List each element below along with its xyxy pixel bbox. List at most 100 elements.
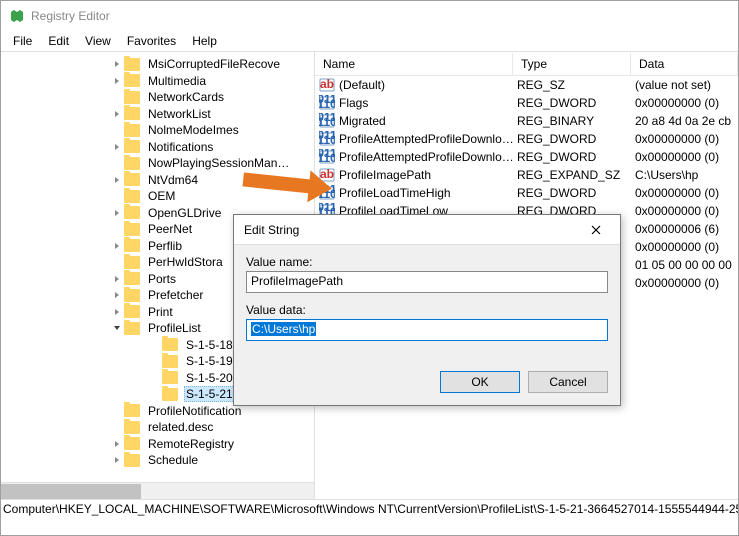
expand-icon[interactable] [111,174,123,186]
expand-icon[interactable] [111,108,123,120]
expand-icon[interactable] [111,141,123,153]
value-type: REG_DWORD [517,96,635,110]
tree-label: NetworkList [146,107,213,121]
close-button[interactable] [576,216,616,244]
titlebar: Registry Editor [1,1,738,31]
list-row[interactable]: 011110ProfileLoadTimeHighREG_DWORD0x0000… [315,184,738,202]
window-title: Registry Editor [31,9,110,23]
binary-value-icon: 011110 [319,131,335,147]
tree-hscrollbar[interactable] [1,482,314,499]
list-row[interactable]: 011110 ProfileAttemptedProfileDownloa...R… [315,130,738,148]
tree-label: OpenGLDrive [146,206,223,220]
folder-icon [124,289,140,302]
svg-text:110: 110 [319,97,335,111]
ok-button[interactable]: OK [440,371,520,393]
value-data: 01 05 00 00 00 00 [635,258,738,272]
expand-icon[interactable] [111,438,123,450]
value-name: ProfileAttemptedProfileDownloa... [339,132,517,146]
tree-item[interactable]: Notifications [1,139,314,156]
folder-icon [162,355,178,368]
app-icon [9,8,25,24]
tree-item[interactable]: NolmeModeImes [1,122,314,139]
value-data-text: C:\Users\hp [251,322,316,336]
list-row[interactable]: abProfileImagePathREG_EXPAND_SZC:\Users\… [315,166,738,184]
tree-item[interactable]: related.desc [1,419,314,436]
expand-icon[interactable] [111,273,123,285]
tree-item[interactable]: NowPlayingSessionMan… [1,155,314,172]
value-data-input[interactable]: C:\Users\hp [246,319,608,341]
value-data: 0x00000000 (0) [635,240,738,254]
no-expander [111,223,123,235]
folder-icon [124,421,140,434]
svg-text:ab: ab [320,77,334,91]
list-header[interactable]: Name Type Data [315,52,738,76]
expand-icon[interactable] [111,240,123,252]
value-data: 0x00000000 (0) [635,276,738,290]
value-data: 20 a8 4d 0a 2e cb [635,114,738,128]
col-header-type[interactable]: Type [513,53,631,75]
folder-icon [124,223,140,236]
expand-icon[interactable] [111,454,123,466]
value-data: 0x00000006 (6) [635,222,738,236]
list-row[interactable]: 011110ProfileAttemptedProfileDownloa...R… [315,148,738,166]
folder-icon [124,58,140,71]
value-name-text: ProfileImagePath [251,274,343,288]
tree-label: NolmeModeImes [146,123,241,137]
menu-help[interactable]: Help [184,32,225,50]
folder-icon [162,371,178,384]
tree-item[interactable]: MsiCorruptedFileRecove [1,56,314,73]
menu-edit[interactable]: Edit [40,32,77,50]
col-header-data[interactable]: Data [631,53,738,75]
menu-favorites[interactable]: Favorites [119,32,184,50]
value-name: Migrated [339,114,517,128]
tree-label: MsiCorruptedFileRecove [146,57,282,71]
tree-item[interactable]: Multimedia [1,73,314,90]
no-expander [111,190,123,202]
folder-icon [124,107,140,120]
no-expander [111,421,123,433]
value-name-label: Value name: [246,255,608,269]
value-data: C:\Users\hp [635,168,738,182]
value-type: REG_SZ [517,78,635,92]
folder-icon [124,157,140,170]
value-name: ProfileImagePath [339,168,517,182]
menu-file[interactable]: File [5,32,40,50]
tree-item[interactable]: RemoteRegistry [1,436,314,453]
expand-icon[interactable] [111,58,123,70]
tree-item[interactable]: Schedule [1,452,314,469]
value-data: 0x00000000 (0) [635,186,738,200]
value-name-input[interactable]: ProfileImagePath [246,271,608,293]
expand-icon[interactable] [111,306,123,318]
expand-icon[interactable] [111,75,123,87]
value-name: ProfileLoadTimeHigh [339,186,517,200]
folder-icon [124,305,140,318]
folder-icon [124,404,140,417]
scrollbar-thumb[interactable] [1,484,141,499]
list-row[interactable]: ab(Default)REG_SZ(value not set) [315,76,738,94]
tree-label: PeerNet [146,222,194,236]
tree-item[interactable]: NetworkList [1,106,314,123]
menubar: File Edit View Favorites Help [1,31,738,51]
col-header-name[interactable]: Name [315,53,513,75]
list-row[interactable]: 011110FlagsREG_DWORD0x00000000 (0) [315,94,738,112]
tree-item[interactable]: OEM [1,188,314,205]
svg-text:110: 110 [319,115,335,129]
expand-icon[interactable] [111,289,123,301]
cancel-button[interactable]: Cancel [528,371,608,393]
no-expander [149,355,161,367]
tree-label: S-1-5-19 [184,354,235,368]
no-expander [111,256,123,268]
svg-text:110: 110 [319,187,335,201]
collapse-icon[interactable] [111,322,123,334]
dialog-body: Value name: ProfileImagePath Value data:… [234,245,620,361]
menu-view[interactable]: View [77,32,119,50]
value-type: REG_DWORD [517,132,635,146]
no-expander [111,157,123,169]
expand-icon[interactable] [111,207,123,219]
binary-value-icon: 011110 [319,95,335,111]
tree-label: ProfileNotification [146,404,243,418]
tree-item[interactable]: NtVdm64 [1,172,314,189]
tree-item[interactable]: NetworkCards [1,89,314,106]
dialog-titlebar[interactable]: Edit String [234,215,620,245]
list-row[interactable]: 011110MigratedREG_BINARY20 a8 4d 0a 2e c… [315,112,738,130]
